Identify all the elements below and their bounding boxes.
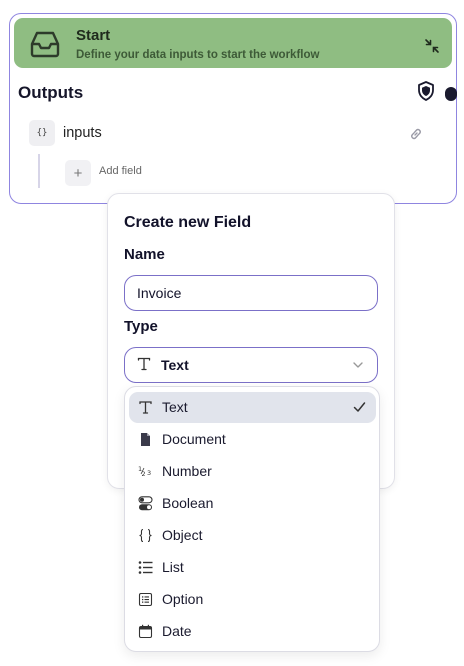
plus-icon: +	[73, 164, 83, 182]
type-option-date[interactable]: Date	[129, 616, 376, 647]
name-input[interactable]	[124, 275, 378, 311]
add-field-button[interactable]: +	[65, 160, 91, 186]
field-name-inputs[interactable]: inputs	[63, 125, 102, 141]
shield-icon[interactable]	[417, 81, 435, 101]
option-label: Option	[162, 591, 204, 607]
option-label: List	[162, 559, 184, 575]
link-icon[interactable]	[409, 127, 423, 141]
option-label: Date	[162, 623, 192, 639]
type-option-option[interactable]: Option	[129, 584, 376, 615]
name-label: Name	[124, 246, 165, 263]
text-type-icon	[137, 357, 151, 371]
checkmark-icon	[353, 402, 366, 412]
type-option-text[interactable]: Text	[129, 392, 376, 423]
node-title: Start	[76, 27, 111, 44]
text-type-icon	[139, 401, 152, 414]
node-subtitle: Define your data inputs to start the wor…	[76, 49, 320, 61]
option-label: Text	[162, 399, 188, 415]
tree-connector-line	[38, 154, 40, 188]
add-field-label[interactable]: Add field	[99, 165, 142, 177]
start-node[interactable]: Start Define your data inputs to start t…	[9, 13, 457, 204]
option-list-icon	[138, 592, 153, 607]
type-option-object[interactable]: Object	[129, 520, 376, 551]
list-icon	[138, 561, 153, 574]
type-option-boolean[interactable]: Boolean	[129, 488, 376, 519]
outputs-heading: Outputs	[18, 83, 84, 102]
chevron-down-icon	[353, 362, 363, 368]
collapse-icon[interactable]	[424, 38, 440, 54]
toggle-icon	[138, 496, 153, 511]
type-option-number[interactable]: 1 2 3 Number	[129, 456, 376, 487]
type-option-list[interactable]: List	[129, 552, 376, 583]
type-select-value: Text	[161, 357, 189, 373]
option-label: Number	[162, 463, 212, 479]
option-label: Document	[162, 431, 226, 447]
braces-icon	[139, 528, 152, 543]
type-dropdown-menu: Text Document 1 2 3 Number Boolean Objec…	[124, 386, 380, 652]
panel-title: Create new Field	[124, 214, 252, 231]
object-type-badge: {}	[29, 120, 55, 146]
document-icon	[141, 433, 150, 446]
svg-text:3: 3	[147, 469, 151, 477]
output-connection-handle[interactable]	[445, 87, 457, 101]
calendar-icon	[138, 624, 153, 639]
option-label: Boolean	[162, 495, 214, 511]
number-icon: 1 2 3	[138, 465, 151, 478]
type-label: Type	[124, 318, 158, 335]
node-header[interactable]: Start Define your data inputs to start t…	[14, 18, 452, 68]
inbox-icon	[30, 31, 60, 58]
type-option-document[interactable]: Document	[129, 424, 376, 455]
type-select[interactable]: Text	[124, 347, 378, 383]
option-label: Object	[162, 527, 203, 543]
